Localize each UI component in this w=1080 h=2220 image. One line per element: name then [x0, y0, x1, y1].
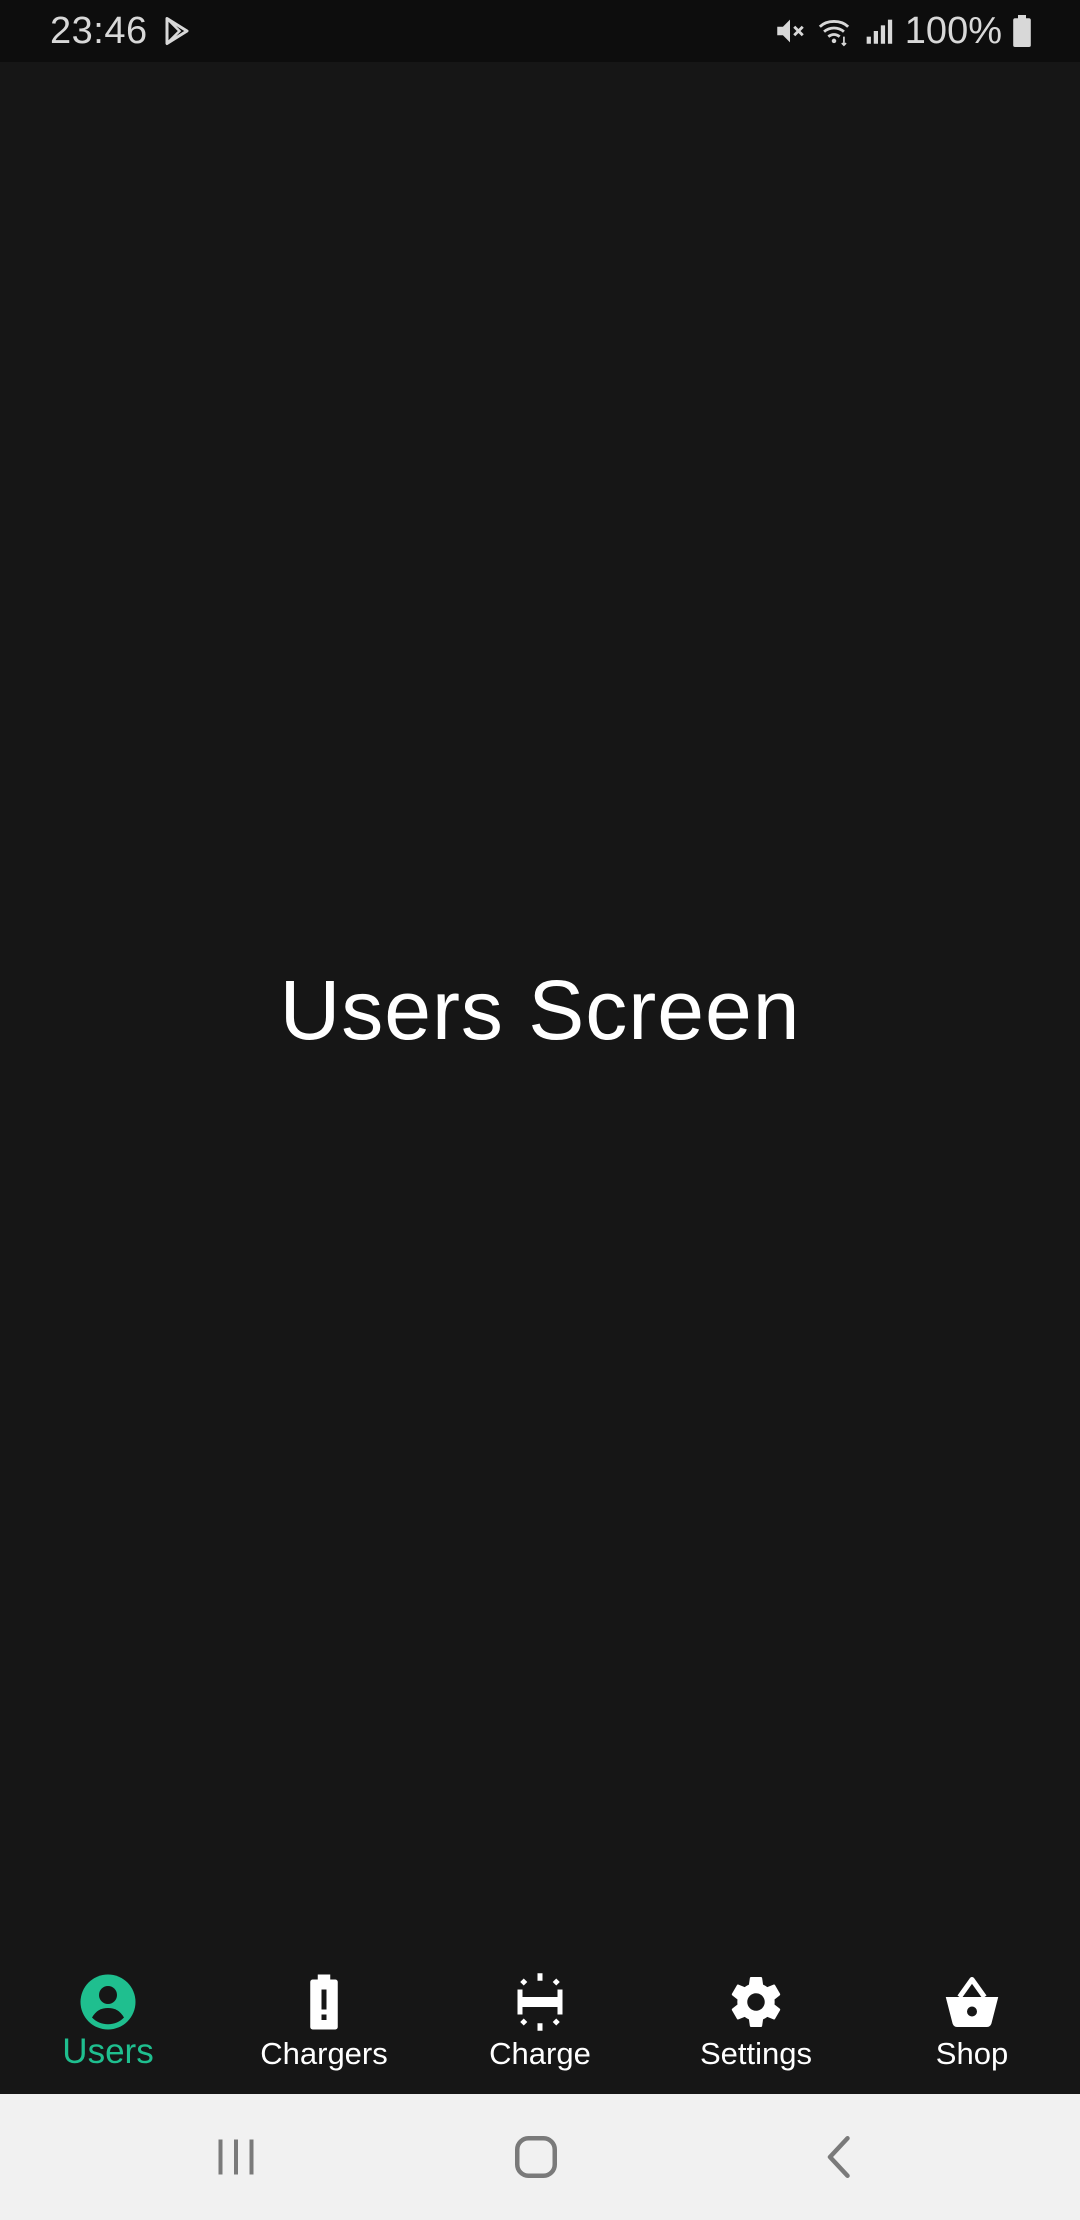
- recents-button[interactable]: [206, 2127, 266, 2187]
- nav-label-users: Users: [62, 2032, 154, 2071]
- play-store-icon: [165, 17, 189, 45]
- nav-label-shop: Shop: [935, 2036, 1009, 2071]
- wifi-icon: [818, 20, 849, 47]
- mute-icon: [777, 19, 804, 43]
- gear-icon: [726, 1972, 786, 2032]
- account-circle-icon: [78, 1972, 138, 2032]
- status-time: 23:46: [50, 10, 148, 52]
- nav-item-charge[interactable]: Charge: [432, 1952, 648, 2094]
- home-button[interactable]: [506, 2127, 566, 2187]
- status-bar: 23:46 100%: [0, 0, 1080, 62]
- nav-label-chargers: Chargers: [260, 2036, 388, 2071]
- screen-title: Users Screen: [279, 963, 801, 1057]
- nav-item-chargers[interactable]: Chargers: [216, 1952, 432, 2094]
- home-icon: [515, 2136, 557, 2178]
- nav-item-settings[interactable]: Settings: [648, 1952, 864, 2094]
- battery-alert-icon: [294, 1972, 354, 2032]
- nav-item-users[interactable]: Users: [0, 1952, 216, 2094]
- status-icons: 100%: [773, 10, 1032, 52]
- nav-label-settings: Settings: [699, 2036, 812, 2071]
- back-button[interactable]: [810, 2127, 870, 2187]
- battery-percent: 100%: [904, 9, 1002, 52]
- back-icon: [827, 2136, 850, 2178]
- battery-icon: [1013, 15, 1031, 47]
- nav-label-charge: Charge: [489, 2036, 591, 2071]
- bottom-navigation: Users Chargers Charge Settings Shop: [0, 1952, 1080, 2094]
- main-content: Users Screen: [0, 62, 1080, 1952]
- basket-icon: [942, 1972, 1002, 2032]
- nav-item-shop[interactable]: Shop: [864, 1952, 1080, 2094]
- system-navigation-bar: [0, 2094, 1080, 2220]
- app-screen: 23:46 100% Users Screen Users Chargers C…: [0, 0, 1080, 2220]
- signal-icon: [866, 19, 892, 44]
- charge-station-icon: [510, 1972, 570, 2032]
- recents-icon: [218, 2139, 254, 2175]
